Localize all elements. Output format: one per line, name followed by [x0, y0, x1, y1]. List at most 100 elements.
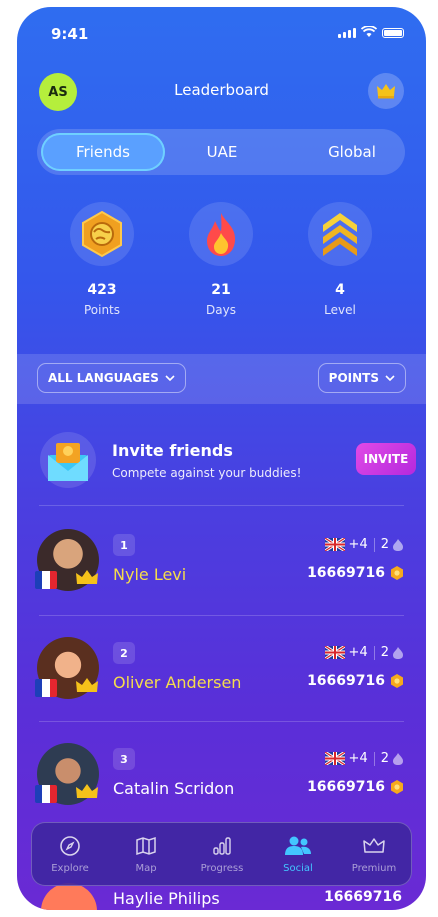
extra-languages: +4 [348, 537, 368, 552]
player-points: 16669716 [307, 779, 404, 795]
sort-label: POINTS [328, 371, 379, 385]
signal-icon [338, 28, 356, 38]
points-label: Points [83, 303, 121, 317]
leaderboard-row[interactable]: 2 Oliver Andersen +4 2 16669716 [17, 617, 426, 717]
nav-label: Premium [351, 863, 397, 874]
crown-icon [76, 784, 98, 798]
battery-icon [382, 28, 404, 38]
people-icon [285, 836, 311, 855]
nav-map[interactable]: Map [108, 823, 184, 887]
flame-icon [189, 202, 253, 266]
days-count: 2 [380, 645, 389, 660]
days-count: 2 [380, 537, 389, 552]
invite-card: Invite friends Compete against your budd… [17, 417, 426, 503]
nav-label: Progress [200, 863, 244, 874]
globe-badge-icon [70, 202, 134, 266]
chevron-down-icon [165, 375, 175, 381]
scope-tabs: Friends UAE Global [37, 129, 405, 175]
separator [373, 645, 375, 660]
stat-points: 423 Points [52, 202, 152, 317]
extra-languages: +4 [348, 645, 368, 660]
player-points: 16669716 [307, 673, 404, 689]
divider [39, 615, 404, 616]
points-value: 16669716 [324, 889, 402, 905]
stat-days: 21 Days [171, 202, 271, 317]
leaderboard-row[interactable]: 3 Catalin Scridon +4 2 16669716 [17, 723, 426, 823]
player-points: 16669716 [307, 565, 404, 581]
points-value: 16669716 [307, 565, 385, 581]
france-flag-icon [35, 571, 57, 589]
bar-chart-icon [213, 837, 231, 855]
level-value: 4 [335, 282, 345, 298]
days-value: 21 [211, 282, 231, 298]
tab-friends[interactable]: Friends [41, 133, 165, 171]
invite-button[interactable]: INVITE [356, 443, 416, 475]
language-filter-dropdown[interactable]: ALL LANGUAGES [37, 363, 186, 393]
small-flame-icon [393, 538, 403, 551]
days-label: Days [206, 303, 236, 317]
level-label: Level [324, 303, 356, 317]
chevron-down-icon [385, 375, 395, 381]
filter-bar: ALL LANGUAGES POINTS [17, 354, 426, 404]
hex-coin-icon [391, 566, 403, 580]
nav-label: Explore [51, 863, 89, 874]
leaderboard-row[interactable]: 1 Nyle Levi +4 2 16669716 [17, 509, 426, 609]
compass-icon [60, 836, 80, 856]
nav-label: Map [135, 863, 157, 874]
phone-screen: 9:41 AS Leaderboard Friends UAE Global 4… [17, 7, 426, 910]
uk-flag-icon [324, 646, 345, 659]
nav-explore[interactable]: Explore [32, 823, 108, 887]
rank-badge: 3 [113, 748, 135, 770]
invite-title: Invite friends [112, 441, 233, 460]
uk-flag-icon [324, 752, 345, 765]
player-name: Catalin Scridon [113, 779, 235, 798]
extra-languages: +4 [348, 751, 368, 766]
system-icons [338, 26, 404, 38]
hex-coin-icon [391, 780, 403, 794]
points-value: 16669716 [307, 779, 385, 795]
map-icon [136, 836, 156, 856]
status-time: 9:41 [51, 25, 89, 43]
wifi-icon [361, 26, 377, 37]
rank-badge: 1 [113, 534, 135, 556]
player-name: Haylie Philips [113, 889, 220, 908]
player-meta: +4 2 [324, 751, 404, 766]
crown-button[interactable] [368, 73, 404, 109]
hex-coin-icon [391, 674, 403, 688]
player-name: Oliver Andersen [113, 673, 242, 692]
page-title: Leaderboard [174, 81, 269, 99]
sort-dropdown[interactable]: POINTS [317, 363, 406, 393]
divider [39, 505, 404, 506]
divider [39, 721, 404, 722]
bottom-nav: Explore Map Progress Social Premium [31, 822, 412, 886]
uk-flag-icon [324, 538, 345, 551]
tab-global[interactable]: Global [307, 129, 397, 175]
small-flame-icon [393, 646, 403, 659]
chevrons-icon [308, 202, 372, 266]
points-value: 423 [87, 282, 117, 298]
france-flag-icon [35, 785, 57, 803]
small-flame-icon [393, 752, 403, 765]
player-meta: +4 2 [324, 537, 404, 552]
crown-icon [377, 84, 395, 99]
player-name: Nyle Levi [113, 565, 187, 584]
tab-uae[interactable]: UAE [182, 129, 262, 175]
nav-progress[interactable]: Progress [184, 823, 260, 887]
nav-label: Social [283, 863, 313, 874]
leaderboard-row[interactable]: Haylie Philips 16669716 [17, 883, 426, 910]
crown-icon [76, 678, 98, 692]
france-flag-icon [35, 679, 57, 697]
avatar [41, 883, 97, 910]
points-value: 16669716 [307, 673, 385, 689]
status-bar: 9:41 [17, 7, 426, 51]
player-meta: +4 2 [324, 645, 404, 660]
nav-premium[interactable]: Premium [336, 823, 412, 887]
days-count: 2 [380, 751, 389, 766]
envelope-icon [39, 431, 97, 489]
crown-icon [76, 570, 98, 584]
separator [373, 751, 375, 766]
invite-subtitle: Compete against your buddies! [112, 466, 302, 480]
crown-outline-icon [363, 838, 385, 853]
language-filter-label: ALL LANGUAGES [48, 371, 159, 385]
nav-social[interactable]: Social [260, 823, 336, 887]
